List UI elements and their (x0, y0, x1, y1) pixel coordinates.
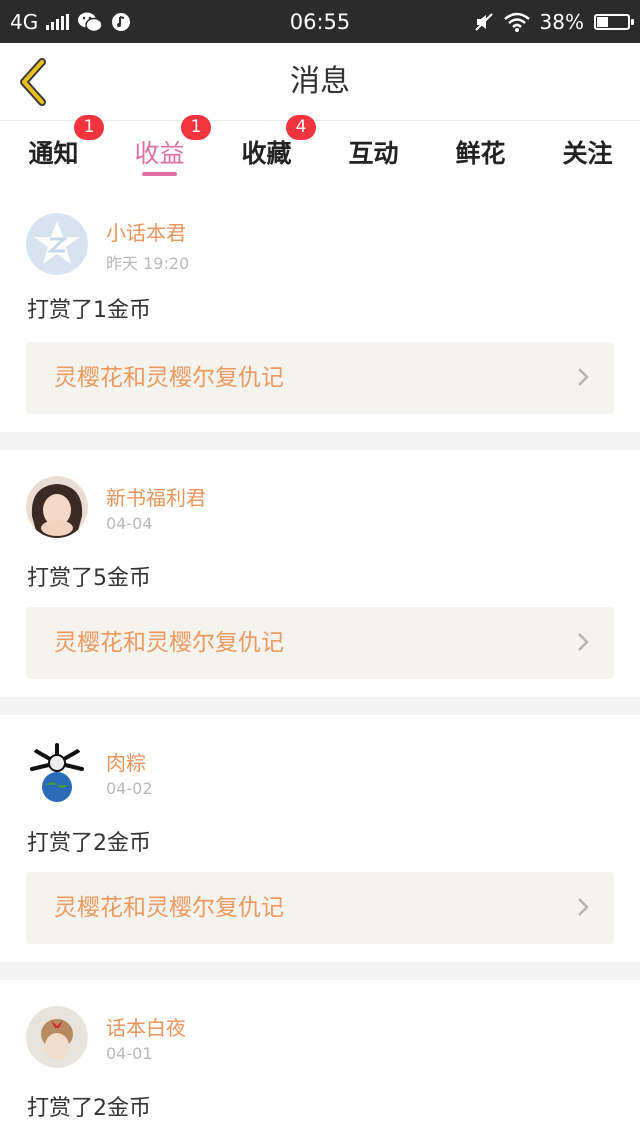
status-bar: 4G 06:55 38% (0, 0, 640, 43)
music-icon (112, 12, 131, 31)
tab-badge: 1 (181, 115, 211, 140)
signal-icon (46, 13, 70, 30)
tab-badge: 4 (286, 115, 316, 140)
chevron-right-icon (578, 368, 589, 386)
tab-flowers[interactable]: 鲜花 (427, 121, 534, 195)
qzone-logo-avatar[interactable] (26, 213, 88, 275)
tab-interaction[interactable]: 互动 (320, 121, 427, 195)
timestamp: 昨天 19:20 (106, 254, 190, 273)
reward-text: 打赏了2金币 (27, 831, 151, 856)
girl-photo-avatar[interactable] (26, 476, 88, 538)
chevron-right-icon (578, 898, 589, 916)
book-title: 灵樱花和灵樱尔复仇记 (54, 365, 284, 391)
timestamp: 04-02 (106, 779, 153, 798)
status-time: 06:55 (289, 9, 351, 34)
tab-label: 收藏 (241, 139, 292, 168)
book-title: 灵樱花和灵樱尔复仇记 (54, 895, 284, 921)
reward-text: 打赏了5金币 (27, 566, 151, 591)
tab-follow[interactable]: 关注 (534, 121, 640, 195)
battery-icon (594, 13, 634, 30)
chevron-right-icon (578, 633, 589, 651)
header: 消息 (0, 43, 640, 121)
network-label: 4G (10, 9, 39, 34)
username[interactable]: 新书福利君 (106, 482, 206, 511)
battery-fill (597, 16, 608, 27)
tab-earnings[interactable]: 收益 1 (106, 115, 213, 195)
list-item: 肉粽 04-02 打赏了2金币 灵樱花和灵樱尔复仇记 (0, 715, 640, 962)
list-item: 话本白夜 04-01 打赏了2金币 (0, 980, 640, 1138)
username[interactable]: 话本白夜 (106, 1012, 186, 1041)
book-link[interactable]: 灵樱花和灵樱尔复仇记 (26, 607, 614, 679)
book-link[interactable]: 灵樱花和灵樱尔复仇记 (26, 342, 614, 414)
child-photo-avatar[interactable] (26, 1006, 88, 1068)
reward-text: 打赏了2金币 (27, 1096, 151, 1121)
globe-avatar[interactable] (26, 741, 88, 803)
active-tab-indicator (142, 172, 177, 176)
tab-badge: 1 (74, 115, 104, 140)
timestamp: 04-01 (106, 1044, 153, 1063)
tab-notice[interactable]: 通知 1 (0, 115, 107, 195)
username[interactable]: 肉粽 (106, 747, 146, 776)
tab-label: 互动 (348, 139, 399, 168)
username[interactable]: 小话本君 (106, 217, 186, 246)
book-link[interactable]: 灵樱花和灵樱尔复仇记 (26, 872, 614, 944)
tab-label: 通知 (28, 139, 79, 168)
mute-icon (474, 12, 493, 31)
book-title: 灵樱花和灵樱尔复仇记 (54, 630, 284, 656)
wechat-icon (78, 12, 103, 32)
tab-label: 鲜花 (455, 139, 506, 168)
tab-bar: 通知 1 收益 1 收藏 4 互动 鲜花 关注 (0, 115, 640, 195)
tab-label: 收益 (134, 139, 185, 168)
timestamp: 04-04 (106, 514, 153, 533)
tab-favorites[interactable]: 收藏 4 (213, 115, 320, 195)
tab-label: 关注 (562, 139, 613, 168)
list-item: 新书福利君 04-04 打赏了5金币 灵樱花和灵樱尔复仇记 (0, 450, 640, 697)
page-title: 消息 (290, 64, 350, 99)
reward-text: 打赏了1金币 (27, 298, 151, 323)
wifi-icon (503, 12, 530, 32)
battery-percent: 38% (539, 9, 584, 34)
list-item: 小话本君 昨天 19:20 打赏了1金币 灵樱花和灵樱尔复仇记 (0, 195, 640, 432)
